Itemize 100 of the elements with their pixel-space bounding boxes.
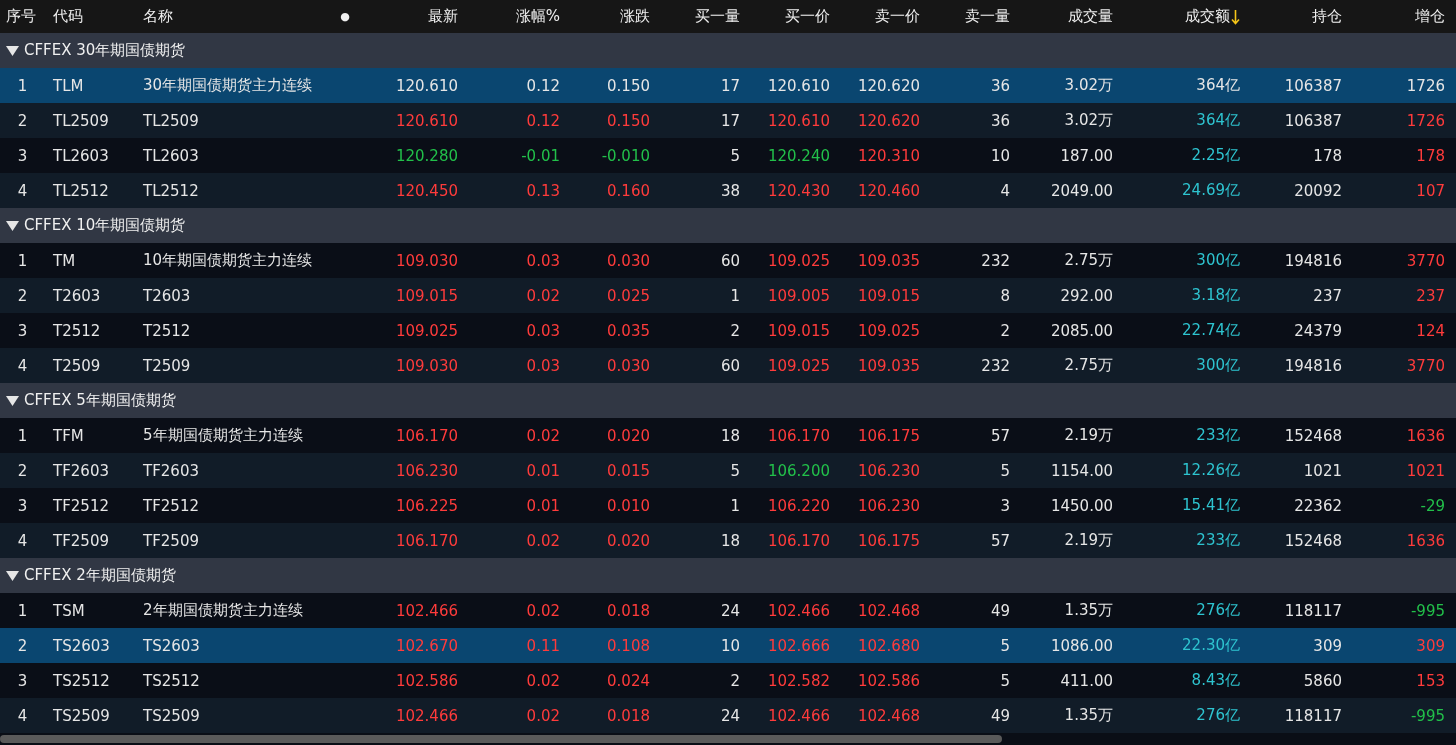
table-cell-text: 24.69亿 — [1181, 181, 1240, 200]
name-cell-text: TL2509 — [142, 111, 200, 130]
table-cell-text: 120.620 — [856, 111, 920, 130]
column-header[interactable]: 买一价 — [740, 7, 830, 26]
table-cell-text: 17 — [719, 111, 740, 130]
table-row[interactable]: 2 TF2603 TF2603 106.230 0.01 0.015 5 106.200 106.230 5 1154.00 12.26亿 1021 1021 — [0, 453, 1456, 488]
table-cell-text: -29 — [1419, 496, 1445, 515]
table-cell-text: 109.025 — [856, 321, 920, 340]
code-cell-text: TF2509 — [52, 531, 110, 550]
table-cell-text: 1.35万 — [1063, 601, 1113, 620]
column-header[interactable]: 增仓 — [1342, 7, 1445, 26]
code-cell-text: T2603 — [52, 286, 102, 305]
table-row[interactable]: 4 T2509 T2509 109.030 0.03 0.030 60 109.025 109.035 232 2.75万 300亿 194816 3770 — [0, 348, 1456, 383]
table-cell-text: 18 — [719, 426, 740, 445]
scrollbar-thumb[interactable] — [0, 735, 1002, 743]
column-header[interactable]: ● — [335, 10, 355, 23]
table-cell-text: 38 — [719, 181, 740, 200]
group-header[interactable]: CFFEX 5年期国债期货 — [0, 383, 1456, 418]
column-header[interactable]: 成交量 — [1010, 7, 1113, 26]
code-cell-text: TS2512 — [52, 671, 111, 690]
table-cell-text: 4 — [999, 181, 1010, 200]
row-number: 3 — [16, 496, 29, 515]
table-cell-text: 106.230 — [856, 461, 920, 480]
table-cell-text: 106.170 — [394, 426, 458, 445]
row-number: 4 — [16, 356, 29, 375]
column-header[interactable]: 持仓 — [1240, 7, 1342, 26]
table-cell-text: 12.26亿 — [1181, 461, 1240, 480]
column-header[interactable]: 涨幅% — [458, 7, 560, 26]
table-cell-text: 102.466 — [766, 601, 830, 620]
row-number: 4 — [16, 706, 29, 725]
code-cell-text: T2509 — [52, 356, 102, 375]
table-cell-text: 102.582 — [766, 671, 830, 690]
column-header[interactable]: 最新 — [355, 7, 458, 26]
table-row[interactable]: 2 TL2509 TL2509 120.610 0.12 0.150 17 120.610 120.620 36 3.02万 364亿 106387 1726 — [0, 103, 1456, 138]
table-cell-text: 232 — [980, 251, 1010, 270]
table-cell-text: 0.02 — [525, 706, 560, 725]
table-cell-text: 10 — [719, 636, 740, 655]
table-cell-text: 109.015 — [856, 286, 920, 305]
name-cell-text: 30年期国债期货主力连续 — [142, 76, 314, 95]
table-row[interactable]: 4 TF2509 TF2509 106.170 0.02 0.020 18 106.170 106.175 57 2.19万 233亿 152468 1636 — [0, 523, 1456, 558]
table-cell-text: 106387 — [1283, 111, 1342, 130]
table-cell-text: 24379 — [1293, 321, 1342, 340]
table-cell-text: 152468 — [1283, 426, 1342, 445]
table-cell-text: 102.466 — [394, 706, 458, 725]
table-cell-text: -0.01 — [520, 146, 560, 165]
column-header[interactable]: 买一量 — [650, 7, 740, 26]
table-cell-text: 22362 — [1293, 496, 1342, 515]
table-row[interactable]: 2 TS2603 TS2603 102.670 0.11 0.108 10 102.666 102.680 5 1086.00 22.30亿 309 309 — [0, 628, 1456, 663]
code-cell-text: TL2512 — [52, 181, 110, 200]
table-cell-text: 2 — [729, 321, 740, 340]
table-cell-text: 1636 — [1405, 426, 1445, 445]
table-cell-text: 0.020 — [606, 531, 650, 550]
column-header[interactable]: 代码 — [45, 7, 135, 26]
table-cell-text: 1.35万 — [1063, 706, 1113, 725]
table-cell-text: 17 — [719, 76, 740, 95]
table-cell-text: 102.468 — [856, 706, 920, 725]
column-header[interactable]: 卖一量 — [920, 7, 1010, 26]
expand-triangle-icon[interactable] — [6, 45, 19, 56]
table-cell-text: 8.43亿 — [1190, 671, 1240, 690]
table-cell-text: 106.230 — [856, 496, 920, 515]
expand-triangle-icon[interactable] — [6, 395, 19, 406]
table-row[interactable]: 2 T2603 T2603 109.015 0.02 0.025 1 109.005 109.015 8 292.00 3.18亿 237 237 — [0, 278, 1456, 313]
table-cell-text: 153 — [1415, 671, 1445, 690]
table-cell-text: 0.12 — [525, 111, 560, 130]
group-header[interactable]: CFFEX 10年期国债期货 — [0, 208, 1456, 243]
table-row[interactable]: 4 TS2509 TS2509 102.466 0.02 0.018 24 102.466 102.468 49 1.35万 276亿 118117 -995 — [0, 698, 1456, 733]
table-cell-text: 0.03 — [525, 356, 560, 375]
table-row[interactable]: 1 TLM 30年期国债期货主力连续 120.610 0.12 0.150 17 120.610 120.620 36 3.02万 364亿 106387 1726 — [0, 68, 1456, 103]
row-number: 4 — [16, 181, 29, 200]
table-cell-text: 0.01 — [525, 461, 560, 480]
table-cell-text: 3.02万 — [1063, 76, 1113, 95]
column-header[interactable]: 名称 — [135, 7, 335, 26]
expand-triangle-icon[interactable] — [6, 220, 19, 231]
table-cell-text: 3770 — [1405, 356, 1445, 375]
name-cell-text: TF2509 — [142, 531, 200, 550]
table-cell-text: 3 — [999, 496, 1010, 515]
code-cell-text: TSM — [52, 601, 86, 620]
group-title: CFFEX 5年期国债期货 — [24, 391, 176, 410]
column-header[interactable]: 成交额 — [1113, 7, 1240, 26]
group-header[interactable]: CFFEX 2年期国债期货 — [0, 558, 1456, 593]
table-cell-text: 1154.00 — [1049, 461, 1113, 480]
column-header[interactable]: 涨跌 — [560, 7, 650, 26]
group-header[interactable]: CFFEX 30年期国债期货 — [0, 33, 1456, 68]
row-number: 1 — [16, 251, 29, 270]
table-cell-text: 57 — [989, 426, 1010, 445]
table-cell-text: 3.18亿 — [1190, 286, 1240, 305]
table-row[interactable]: 4 TL2512 TL2512 120.450 0.13 0.160 38 120.430 120.460 4 2049.00 24.69亿 20092 107 — [0, 173, 1456, 208]
table-cell-text: -0.010 — [600, 146, 650, 165]
row-number: 3 — [16, 671, 29, 690]
table-cell-text: 5 — [999, 671, 1010, 690]
column-header[interactable]: 序号 — [0, 7, 45, 26]
table-cell-text: 8 — [999, 286, 1010, 305]
row-number: 2 — [16, 111, 29, 130]
expand-triangle-icon[interactable] — [6, 570, 19, 581]
column-header[interactable]: 卖一价 — [830, 7, 920, 26]
group-title: CFFEX 2年期国债期货 — [24, 566, 176, 585]
table-cell-text: 2049.00 — [1049, 181, 1113, 200]
table-cell-text: 106.170 — [766, 531, 830, 550]
table-cell-text: 106.230 — [394, 461, 458, 480]
table-cell-text: 3770 — [1405, 251, 1445, 270]
